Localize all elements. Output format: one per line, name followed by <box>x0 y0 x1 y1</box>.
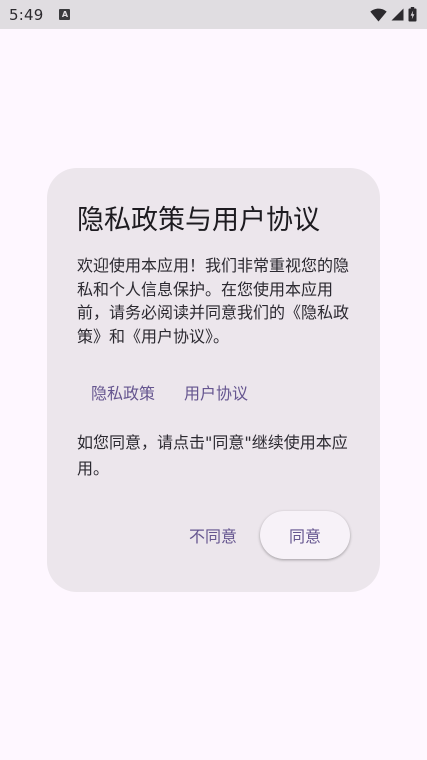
status-icons <box>370 7 417 22</box>
privacy-dialog: 隐私政策与用户协议 欢迎使用本应用！我们非常重视您的隐私和个人信息保护。在您使用… <box>47 168 380 592</box>
agree-button[interactable]: 同意 <box>260 511 350 559</box>
app-notification-icon: A <box>59 9 71 20</box>
policy-links: 隐私政策 用户协议 <box>91 380 248 404</box>
dialog-body-text: 欢迎使用本应用！我们非常重视您的隐私和个人信息保护。在您使用本应用前，请务必阅读… <box>77 256 350 346</box>
dialog-title: 隐私政策与用户协议 <box>77 205 320 236</box>
dialog-consent-note: 如您同意，请点击"同意"继续使用本应用。 <box>77 433 348 478</box>
user-agreement-link[interactable]: 用户协议 <box>184 380 248 404</box>
signal-icon <box>391 8 404 21</box>
disagree-button[interactable]: 不同意 <box>173 511 253 559</box>
status-time: 5:49 <box>9 5 44 24</box>
status-bar: 5:49 A <box>0 0 427 29</box>
battery-charging-icon <box>408 7 417 22</box>
privacy-policy-link[interactable]: 隐私政策 <box>91 380 155 404</box>
wifi-icon <box>370 8 387 22</box>
